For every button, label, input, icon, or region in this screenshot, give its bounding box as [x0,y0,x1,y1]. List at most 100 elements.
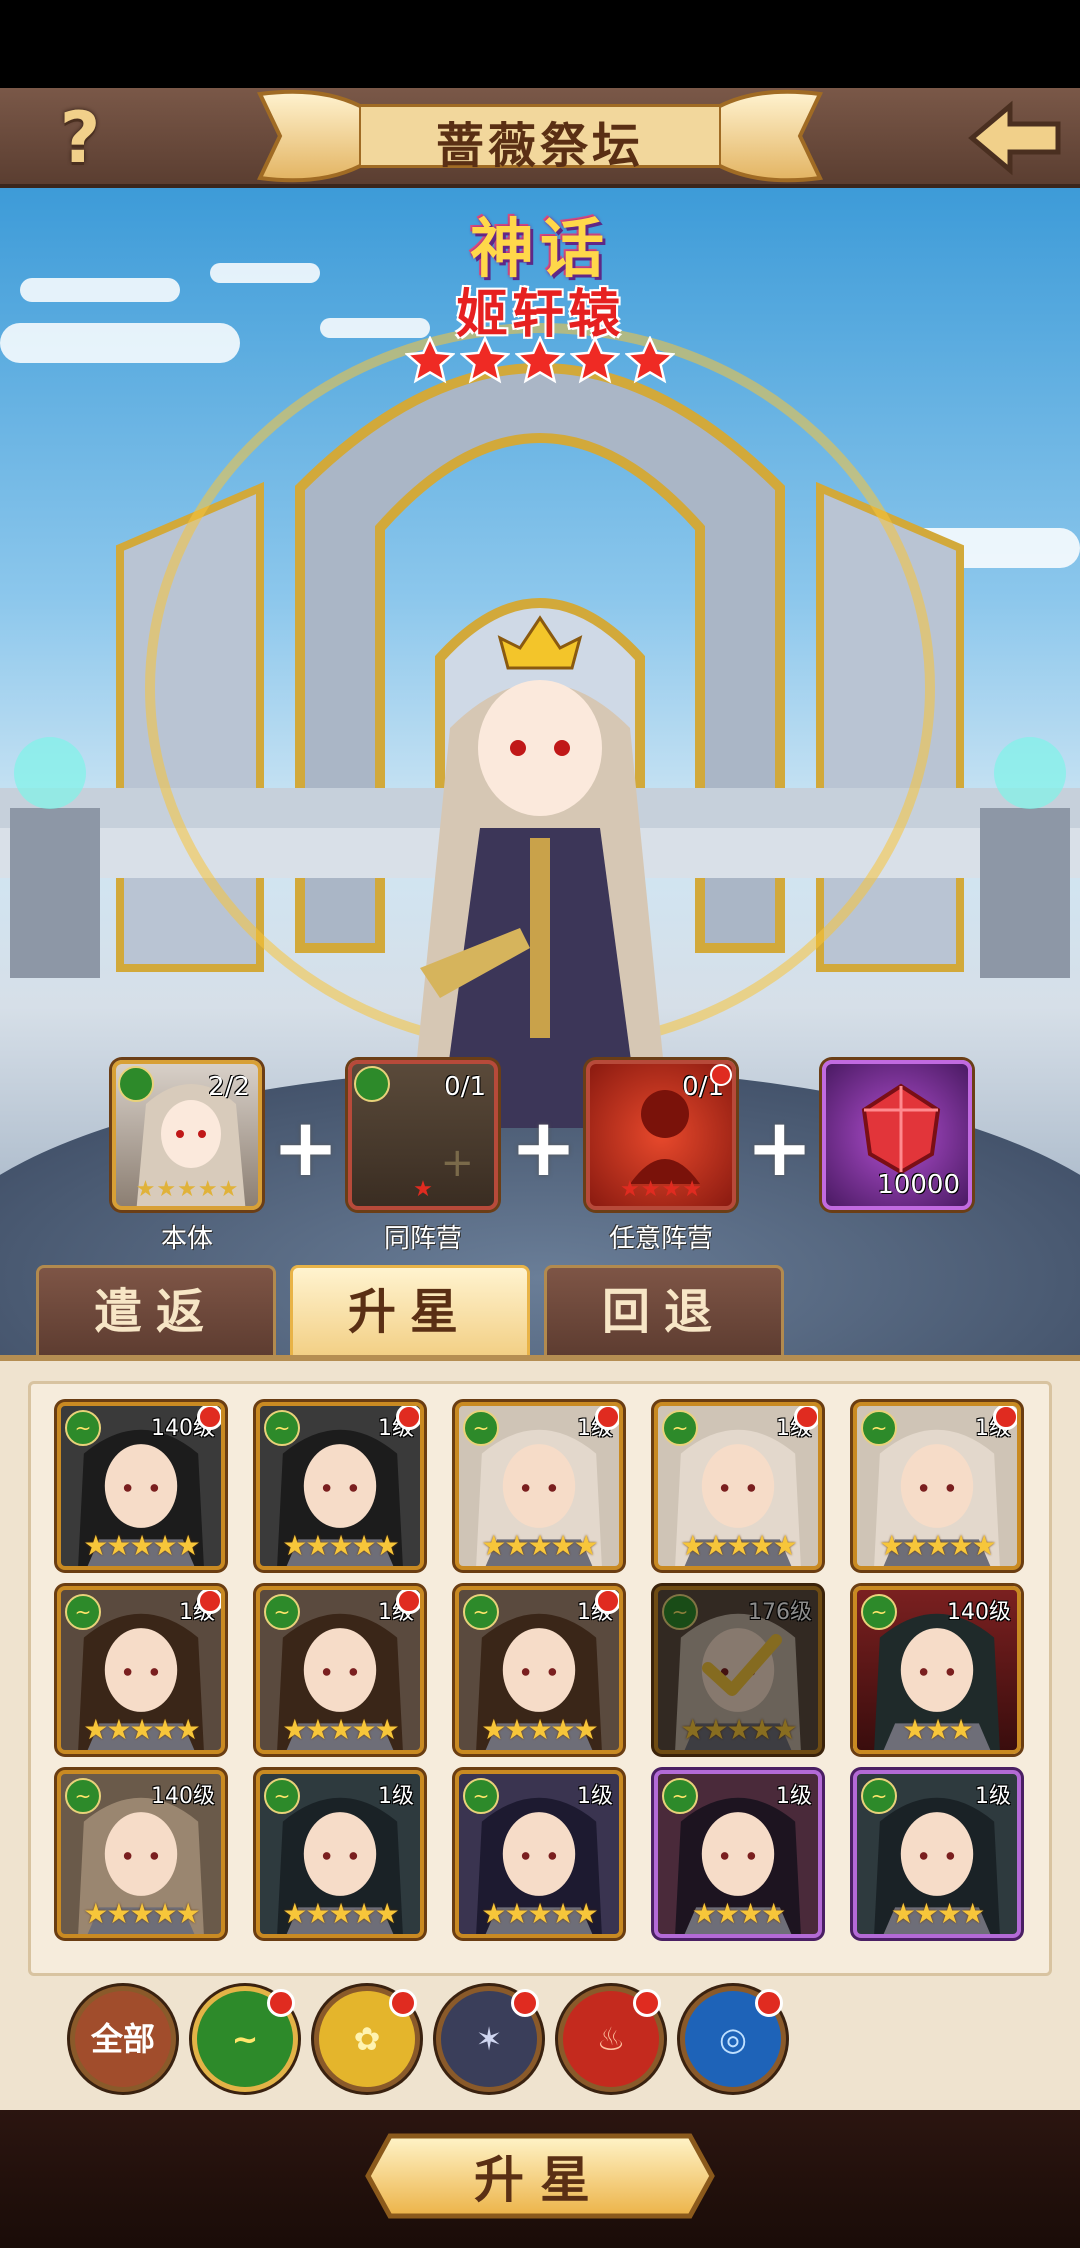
title-plate: 蔷薇祭坛 [240,86,840,186]
filter-rose-faction-button[interactable]: ✿ [314,1986,420,2092]
star-faction-icon: ✶ [475,2020,503,2058]
hero-stars: ★★★★★ [282,1713,400,1746]
hero-level: 176级 [748,1600,812,1625]
hero-card[interactable]: ~1级 ★★★★★ [256,1586,424,1754]
faction-icon: ~ [65,1778,101,1814]
tab-dismiss[interactable]: 遣返 [36,1265,276,1357]
star-icon [515,336,565,384]
faction-icon: ~ [861,1594,897,1630]
hero-list-panel: ~140级 ★★★★★ ~1级 ★★★★★ ~1级 ★★★★★ ~1级 ★★★★★ ~1级 ★★★… [0,1355,1080,2110]
tab-star-up[interactable]: 升星 [290,1265,530,1357]
hero-card[interactable]: ~1级 ★★★★★ [455,1402,623,1570]
faction-icon: ~ [463,1594,499,1630]
notification-dot [794,1406,818,1430]
hero-grid-container: ~140级 ★★★★★ ~1级 ★★★★★ ~1级 ★★★★★ ~1级 ★★★★★ ~1级 ★★★… [28,1381,1052,1976]
faction-icon: ~ [662,1778,698,1814]
faction-icon: ~ [264,1410,300,1446]
hero-stars: ★★★★★ [83,1713,201,1746]
material-slot-gem[interactable]: 10000 [822,1060,972,1210]
notification-dot [396,1590,420,1614]
filter-dragon-faction-button[interactable]: ◎ [680,1986,786,2092]
notification-dot [633,1989,661,2017]
hero-stars: ★★★★★ [83,1529,201,1562]
material-slot-same-faction[interactable]: 0/1 + ★ [348,1060,498,1210]
bottom-action-bar: 升星 [0,2110,1080,2248]
plus-icon: + [272,1101,340,1194]
back-button[interactable] [960,94,1070,182]
hero-stars: ★★★★★ [680,1713,798,1746]
tab-bar: 遣返 升星 回退 [30,1265,1050,1360]
hero-card[interactable]: ~1级 ★★★★ [853,1770,1021,1938]
faction-icon [354,1066,390,1102]
star-icon [460,336,510,384]
notification-dot [396,1406,420,1430]
filter-star-faction-button[interactable]: ✶ [436,1986,542,2092]
red-gem-icon [861,1083,941,1175]
hero-stars: ★★★ [902,1713,973,1746]
material-count: 2/2 [208,1072,250,1102]
dragon-faction-icon: ◎ [719,2020,747,2058]
filter-all-button[interactable]: 全部 [70,1986,176,2092]
material-slot-self[interactable]: 2/2 ★ ★ ★ ★ ★ [112,1060,262,1210]
back-arrow-icon [968,100,1061,176]
star-icon [570,336,620,384]
material-label-any-faction: 任意阵营 [608,1224,713,1254]
notification-dot [595,1590,619,1614]
notification-dot [389,1989,417,2017]
hero-card[interactable]: ~1级 ★★★★★ [256,1770,424,1938]
hero-stars: ★★★★ [890,1897,985,1930]
checkmark-icon [702,1634,782,1696]
material-stars: ★ ★ ★ ★ ★ [135,1177,239,1202]
faction-icon: ~ [264,1778,300,1814]
hero-card[interactable]: ~140级 ★★★ [853,1586,1021,1754]
material-label-self: 本体 [160,1224,213,1254]
notification-dot [710,1064,732,1086]
star-up-button[interactable]: 升星 [360,2126,720,2226]
hero-stars: ★★★★★ [481,1897,599,1930]
faction-icon: ~ [463,1410,499,1446]
notification-dot [755,1989,783,2017]
hero-card[interactable]: ~176级 ★★★★★ [654,1586,822,1754]
status-bar [0,0,1080,88]
faction-icon: ~ [861,1778,897,1814]
hero-stars: ★★★★★ [83,1897,201,1930]
faction-icon: ~ [662,1594,698,1630]
help-button[interactable]: ? [40,100,120,176]
plus-icon: + [746,1101,814,1194]
wind-faction-icon: ~ [231,2020,259,2058]
hero-level: 1级 [378,1784,414,1809]
hero-card[interactable]: ~1级 ★★★★★ [57,1586,225,1754]
hero-card[interactable]: ~1级 ★★★★ [654,1770,822,1938]
tab-rollback[interactable]: 回退 [544,1265,784,1357]
notification-dot [267,1989,295,2017]
hero-level: 1级 [577,1784,613,1809]
hero-level: 140级 [151,1784,215,1809]
hero-stars: ★★★★★ [282,1529,400,1562]
faction-icon: ~ [65,1410,101,1446]
notification-dot [511,1989,539,2017]
star-icon [625,336,675,384]
notification-dot [197,1590,221,1614]
hero-stars: ★★★★★ [481,1529,599,1562]
hero-card[interactable]: ~140级 ★★★★★ [57,1402,225,1570]
phoenix-faction-icon: ♨ [596,2020,626,2058]
faction-icon: ~ [264,1594,300,1630]
hero-card[interactable]: ~1级 ★★★★★ [654,1402,822,1570]
filter-all-label: 全部 [90,2020,155,2058]
faction-icon: ~ [662,1410,698,1446]
faction-icon [118,1066,154,1102]
material-count: 0/1 [444,1072,486,1102]
hero-card[interactable]: ~1级 ★★★★★ [853,1402,1021,1570]
hero-card[interactable]: ~140级 ★★★★★ [57,1770,225,1938]
filter-phoenix-faction-button[interactable]: ♨ [558,1986,664,2092]
hero-star-rating [405,336,675,392]
header-bar: ? 蔷薇祭坛 [0,88,1080,188]
filter-wind-faction-button[interactable]: ~ [192,1986,298,2092]
material-slot-any-faction[interactable]: 0/1 ★ ★ ★ ★ [586,1060,736,1210]
hero-card[interactable]: ~1级 ★★★★★ [455,1770,623,1938]
hero-stars: ★★★★★ [282,1897,400,1930]
hero-card[interactable]: ~1级 ★★★★★ [256,1402,424,1570]
material-label-same-faction: 同阵营 [383,1224,462,1254]
hero-stars: ★★★★★ [481,1713,599,1746]
hero-card[interactable]: ~1级 ★★★★★ [455,1586,623,1754]
